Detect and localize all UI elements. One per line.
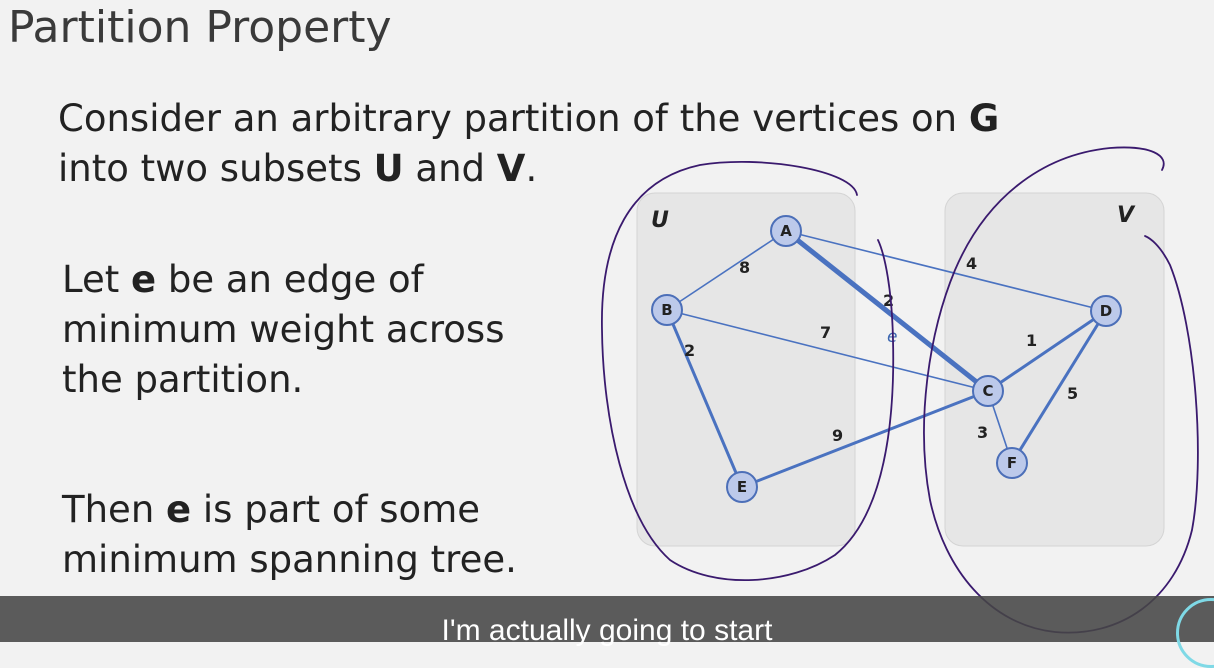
partition-box-v [944,192,1165,547]
slide: Partition Property Consider an arbitrary… [0,0,1214,642]
node-label-d: D [1100,302,1112,320]
node-label-f: F [1007,454,1017,472]
node-e: E [726,471,758,503]
caption-text: I'm actually going to start [441,614,773,647]
node-d: D [1090,295,1122,327]
node-a: A [770,215,802,247]
weight-d-f: 5 [1067,384,1078,403]
weight-a-c: 2 [883,291,894,310]
weight-a-b: 8 [739,258,750,277]
node-label-e: E [737,478,747,496]
node-label-c: C [982,382,993,400]
set-label-u: U [651,208,669,233]
set-label-v: V [1117,203,1136,228]
weight-a-d: 4 [966,254,977,273]
node-label-b: B [661,301,672,319]
weight-b-e: 2 [684,341,695,360]
node-c: C [972,375,1004,407]
node-label-a: A [780,222,792,240]
weight-c-d: 1 [1026,331,1037,350]
weight-c-f: 3 [977,423,988,442]
weight-b-c: 7 [820,323,831,342]
weight-e-c: 9 [832,426,843,445]
graph-diagram: U V 8 2 4 7 2 9 1 5 3 e A B C D E F [601,146,1199,634]
node-b: B [651,294,683,326]
node-f: F [996,447,1028,479]
